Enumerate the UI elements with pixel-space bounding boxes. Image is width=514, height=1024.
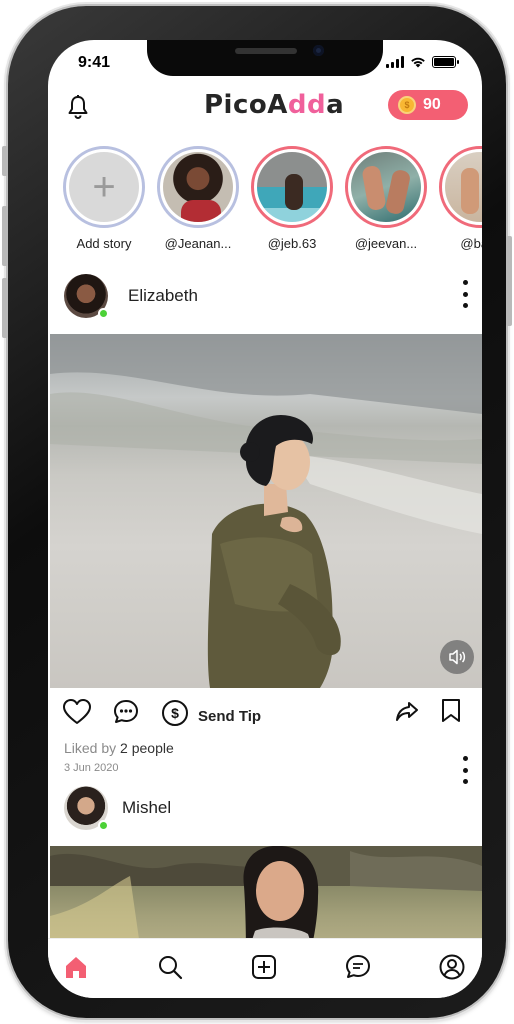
story-avatar — [351, 152, 421, 222]
plus-icon: + — [69, 152, 139, 222]
coin-balance: 90 — [423, 96, 441, 113]
add-post-icon[interactable] — [250, 953, 278, 981]
story-item[interactable]: @jeevan... — [340, 146, 432, 251]
notch — [147, 40, 383, 76]
story-item[interactable]: @Jeanan... — [152, 146, 244, 251]
bookmark-icon[interactable] — [440, 698, 462, 724]
coin-balance-button[interactable]: $ 90 — [388, 90, 468, 120]
battery-icon — [432, 56, 459, 68]
story-ring: + — [63, 146, 145, 228]
status-time: 9:41 — [78, 54, 111, 71]
story-label: @jeevan... — [354, 236, 418, 251]
volume-up-button — [2, 206, 8, 266]
liked-by-label: Liked by — [64, 740, 117, 756]
profile-icon[interactable] — [438, 953, 466, 981]
send-tip-button[interactable]: Send Tip — [198, 708, 261, 725]
story-avatar — [445, 152, 482, 222]
speaker — [235, 48, 297, 54]
more-icon[interactable] — [462, 756, 468, 784]
story-avatar — [163, 152, 233, 222]
story-add[interactable]: + Add story — [58, 146, 150, 251]
dollar-icon[interactable]: $ — [162, 700, 188, 726]
logo-text-dd: dd — [287, 90, 327, 120]
logo-text-a2: a — [326, 90, 345, 120]
online-indicator — [98, 820, 109, 831]
post-photo — [50, 846, 482, 946]
story-avatar — [257, 152, 327, 222]
story-item[interactable]: @barb — [434, 146, 482, 251]
online-indicator — [98, 308, 109, 319]
post-image[interactable] — [50, 846, 482, 946]
more-icon[interactable] — [462, 280, 468, 308]
chat-icon[interactable] — [344, 953, 372, 981]
story-ring — [157, 146, 239, 228]
app-logo: PicoAdda — [204, 90, 344, 120]
power-button — [506, 236, 512, 326]
mute-switch — [2, 146, 8, 176]
bell-icon[interactable] — [66, 94, 90, 120]
search-icon[interactable] — [156, 953, 184, 981]
app-header: PicoAdda $ 90 — [48, 86, 482, 132]
share-icon[interactable] — [394, 698, 420, 724]
story-label: @barb — [460, 236, 482, 251]
heart-icon[interactable] — [62, 698, 92, 726]
stories-row: + Add story @Jeanan... @jeb.63 @jeevan..… — [48, 146, 482, 266]
story-item[interactable]: @jeb.63 — [246, 146, 338, 251]
post-header: Mishel — [48, 756, 482, 836]
status-icons — [386, 56, 459, 68]
bottom-nav — [48, 938, 482, 998]
coin-icon: $ — [398, 96, 416, 114]
liked-by-count[interactable]: 2 people — [120, 740, 174, 756]
sound-button[interactable] — [440, 640, 474, 674]
likes-summary[interactable]: Liked by 2 people — [64, 740, 174, 756]
story-label: Add story — [76, 236, 132, 251]
story-ring — [439, 146, 482, 228]
post-photo — [50, 334, 482, 688]
post-header: Elizabeth — [48, 268, 482, 324]
story-ring — [251, 146, 333, 228]
app-screen: 9:41 PicoAdda $ 90 + Add story @Jeanan..… — [48, 40, 482, 998]
post-author-name[interactable]: Mishel — [122, 798, 171, 818]
story-ring — [345, 146, 427, 228]
logo-text-a: A — [267, 90, 288, 120]
cellular-signal-icon — [386, 56, 404, 68]
camera — [313, 45, 324, 56]
comment-icon[interactable] — [112, 698, 140, 726]
home-icon[interactable] — [62, 953, 90, 981]
sound-icon — [449, 649, 466, 665]
volume-down-button — [2, 278, 8, 338]
post-author-name[interactable]: Elizabeth — [128, 286, 198, 306]
post-image[interactable] — [50, 334, 482, 688]
story-label: @Jeanan... — [164, 236, 232, 251]
wifi-icon — [411, 57, 425, 68]
phone-frame: 9:41 PicoAdda $ 90 + Add story @Jeanan..… — [2, 6, 512, 1018]
post-actions: $ Send Tip — [48, 692, 482, 736]
logo-text-pico: Pico — [204, 90, 268, 120]
post-date: 3 Jun 2020 — [64, 762, 119, 774]
story-label: @jeb.63 — [267, 236, 317, 251]
